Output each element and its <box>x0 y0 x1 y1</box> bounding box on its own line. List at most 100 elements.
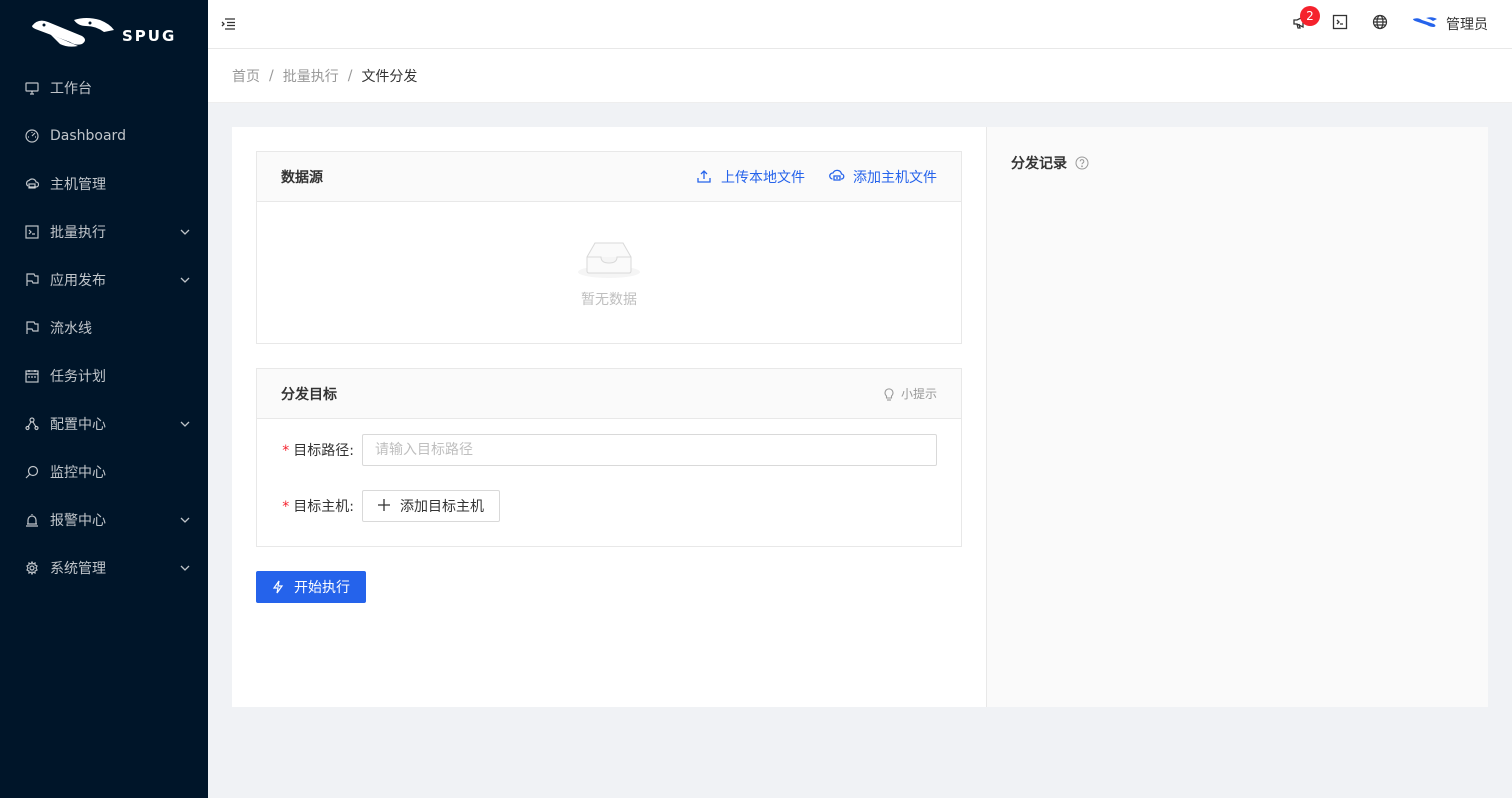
desktop-icon <box>24 80 40 96</box>
sidebar-item-label: 流水线 <box>50 321 92 337</box>
avatar <box>1412 16 1438 32</box>
cloud-server-icon <box>829 169 845 185</box>
history-title: 分发记录 <box>1011 153 1464 173</box>
breadcrumb: 首页 / 批量执行 / 文件分发 <box>208 49 1512 103</box>
language-button[interactable] <box>1360 0 1400 48</box>
user-menu[interactable]: 管理员 <box>1412 14 1488 34</box>
required-mark: * <box>282 499 290 515</box>
sidebar-item-label: 任务计划 <box>50 369 106 385</box>
breadcrumb-item-current: 文件分发 <box>361 68 418 85</box>
flag-icon <box>24 272 40 288</box>
logo-text: SPUG <box>122 27 177 45</box>
sidebar-item-dashboard[interactable]: Dashboard <box>0 112 208 160</box>
sidebar-item-pipeline[interactable]: 流水线 <box>0 304 208 352</box>
sidebar-menu: 工作台 Dashboard 主机管理 批量执行 应用发布 流水线 任务计划 配置… <box>0 64 208 592</box>
sidebar-item-hosts[interactable]: 主机管理 <box>0 160 208 208</box>
menu-fold-icon[interactable] <box>220 16 236 32</box>
top-header: 2 管理员 <box>208 0 1512 49</box>
sidebar-item-deploy[interactable]: 应用发布 <box>0 256 208 304</box>
chevron-down-icon <box>180 275 190 285</box>
sidebar-item-label: 应用发布 <box>50 273 106 289</box>
add-host-file-button[interactable]: 添加主机文件 <box>829 167 937 187</box>
target-host-label: * 目标主机: <box>281 496 362 516</box>
tip-label: 小提示 <box>900 387 937 401</box>
sidebar-item-label: 批量执行 <box>50 225 106 241</box>
plus-icon <box>378 499 392 513</box>
target-card-header: 分发目标 小提示 <box>257 369 961 419</box>
add-target-host-label: 添加目标主机 <box>400 499 484 515</box>
monitor-icon <box>24 464 40 480</box>
start-execute-button[interactable]: 开始执行 <box>256 571 366 603</box>
target-path-row: * 目标路径: <box>281 434 937 466</box>
sidebar-item-schedule[interactable]: 任务计划 <box>0 352 208 400</box>
sidebar-item-monitor[interactable]: 监控中心 <box>0 448 208 496</box>
sidebar-item-batch[interactable]: 批量执行 <box>0 208 208 256</box>
terminal-button[interactable] <box>1320 0 1360 48</box>
target-path-label: * 目标路径: <box>281 440 362 460</box>
sidebar-item-alarm[interactable]: 报警中心 <box>0 496 208 544</box>
sidebar-item-label: 配置中心 <box>50 417 106 433</box>
sidebar-item-label: Dashboard <box>50 128 126 144</box>
chevron-down-icon <box>180 419 190 429</box>
sidebar-item-label: 系统管理 <box>50 561 106 577</box>
sidebar-item-label: 工作台 <box>50 81 92 97</box>
question-circle-icon[interactable] <box>1075 156 1089 170</box>
terminal-icon <box>1332 14 1348 34</box>
flag-icon <box>24 320 40 336</box>
target-form: *目标路径: *目标主机: 添加目标主机 <box>257 419 961 546</box>
setting-icon <box>24 560 40 576</box>
sidebar-item-config[interactable]: 配置中心 <box>0 400 208 448</box>
upload-icon <box>697 169 713 185</box>
required-mark: * <box>282 443 290 459</box>
alert-icon <box>24 512 40 528</box>
sidebar-item-workbench[interactable]: 工作台 <box>0 64 208 112</box>
chevron-down-icon <box>180 563 190 573</box>
source-card-header: 数据源 上传本地文件 添加主机文件 <box>257 152 961 202</box>
code-icon <box>24 224 40 240</box>
target-path-label-text: 目标路径 <box>293 443 350 459</box>
target-path-input[interactable] <box>362 434 937 466</box>
breadcrumb-item-home[interactable]: 首页 <box>232 66 260 86</box>
sidebar-item-label: 监控中心 <box>50 465 106 481</box>
empty-inbox-icon <box>577 237 641 283</box>
spug-logo-icon <box>30 16 116 48</box>
label-colon: : <box>349 443 354 459</box>
start-execute-label: 开始执行 <box>294 580 350 596</box>
label-colon: : <box>349 499 354 515</box>
deployment-icon <box>24 416 40 432</box>
thunderbolt-icon <box>272 580 286 594</box>
empty-state: 暂无数据 <box>257 202 961 343</box>
history-title-text: 分发记录 <box>1011 156 1067 172</box>
user-name: 管理员 <box>1446 17 1488 33</box>
target-card-title: 分发目标 <box>281 386 337 403</box>
history-panel: 分发记录 <box>986 127 1488 707</box>
tip-button[interactable]: 小提示 <box>883 385 937 402</box>
globe-icon <box>1372 14 1388 34</box>
empty-text: 暂无数据 <box>581 291 637 308</box>
sidebar-item-label: 主机管理 <box>50 177 106 193</box>
breadcrumb-item-batch[interactable]: 批量执行 <box>283 66 339 86</box>
sidebar-item-label: 报警中心 <box>50 513 106 529</box>
page-content: 数据源 上传本地文件 添加主机文件 暂无数据 分发目标 小提示 * 目标路径: … <box>232 127 1488 707</box>
target-card: 分发目标 小提示 *目标路径: *目标主机: <box>256 368 962 547</box>
sidebar: SPUG 工作台 Dashboard 主机管理 批量执行 应用发布 流水线 任务… <box>0 0 208 798</box>
breadcrumb-separator: / <box>269 67 274 84</box>
target-host-label-text: 目标主机 <box>293 499 350 515</box>
notification-button[interactable]: 2 <box>1280 0 1320 48</box>
upload-local-file-button[interactable]: 上传本地文件 <box>697 167 805 187</box>
notification-badge: 2 <box>1300 6 1320 26</box>
bulb-icon <box>883 387 897 401</box>
logo[interactable]: SPUG <box>0 0 208 64</box>
add-target-host-button[interactable]: 添加目标主机 <box>362 490 500 522</box>
upload-local-file-label: 上传本地文件 <box>721 169 805 186</box>
sidebar-item-system[interactable]: 系统管理 <box>0 544 208 592</box>
source-card-actions: 上传本地文件 添加主机文件 <box>673 167 937 187</box>
target-host-row: * 目标主机: 添加目标主机 <box>281 490 937 522</box>
dashboard-icon <box>24 128 40 144</box>
cloud-server-icon <box>24 176 40 192</box>
schedule-icon <box>24 368 40 384</box>
add-host-file-label: 添加主机文件 <box>853 169 937 186</box>
target-card-actions: 小提示 <box>883 385 937 402</box>
chevron-down-icon <box>180 515 190 525</box>
header-actions: 2 管理员 <box>1280 0 1512 48</box>
